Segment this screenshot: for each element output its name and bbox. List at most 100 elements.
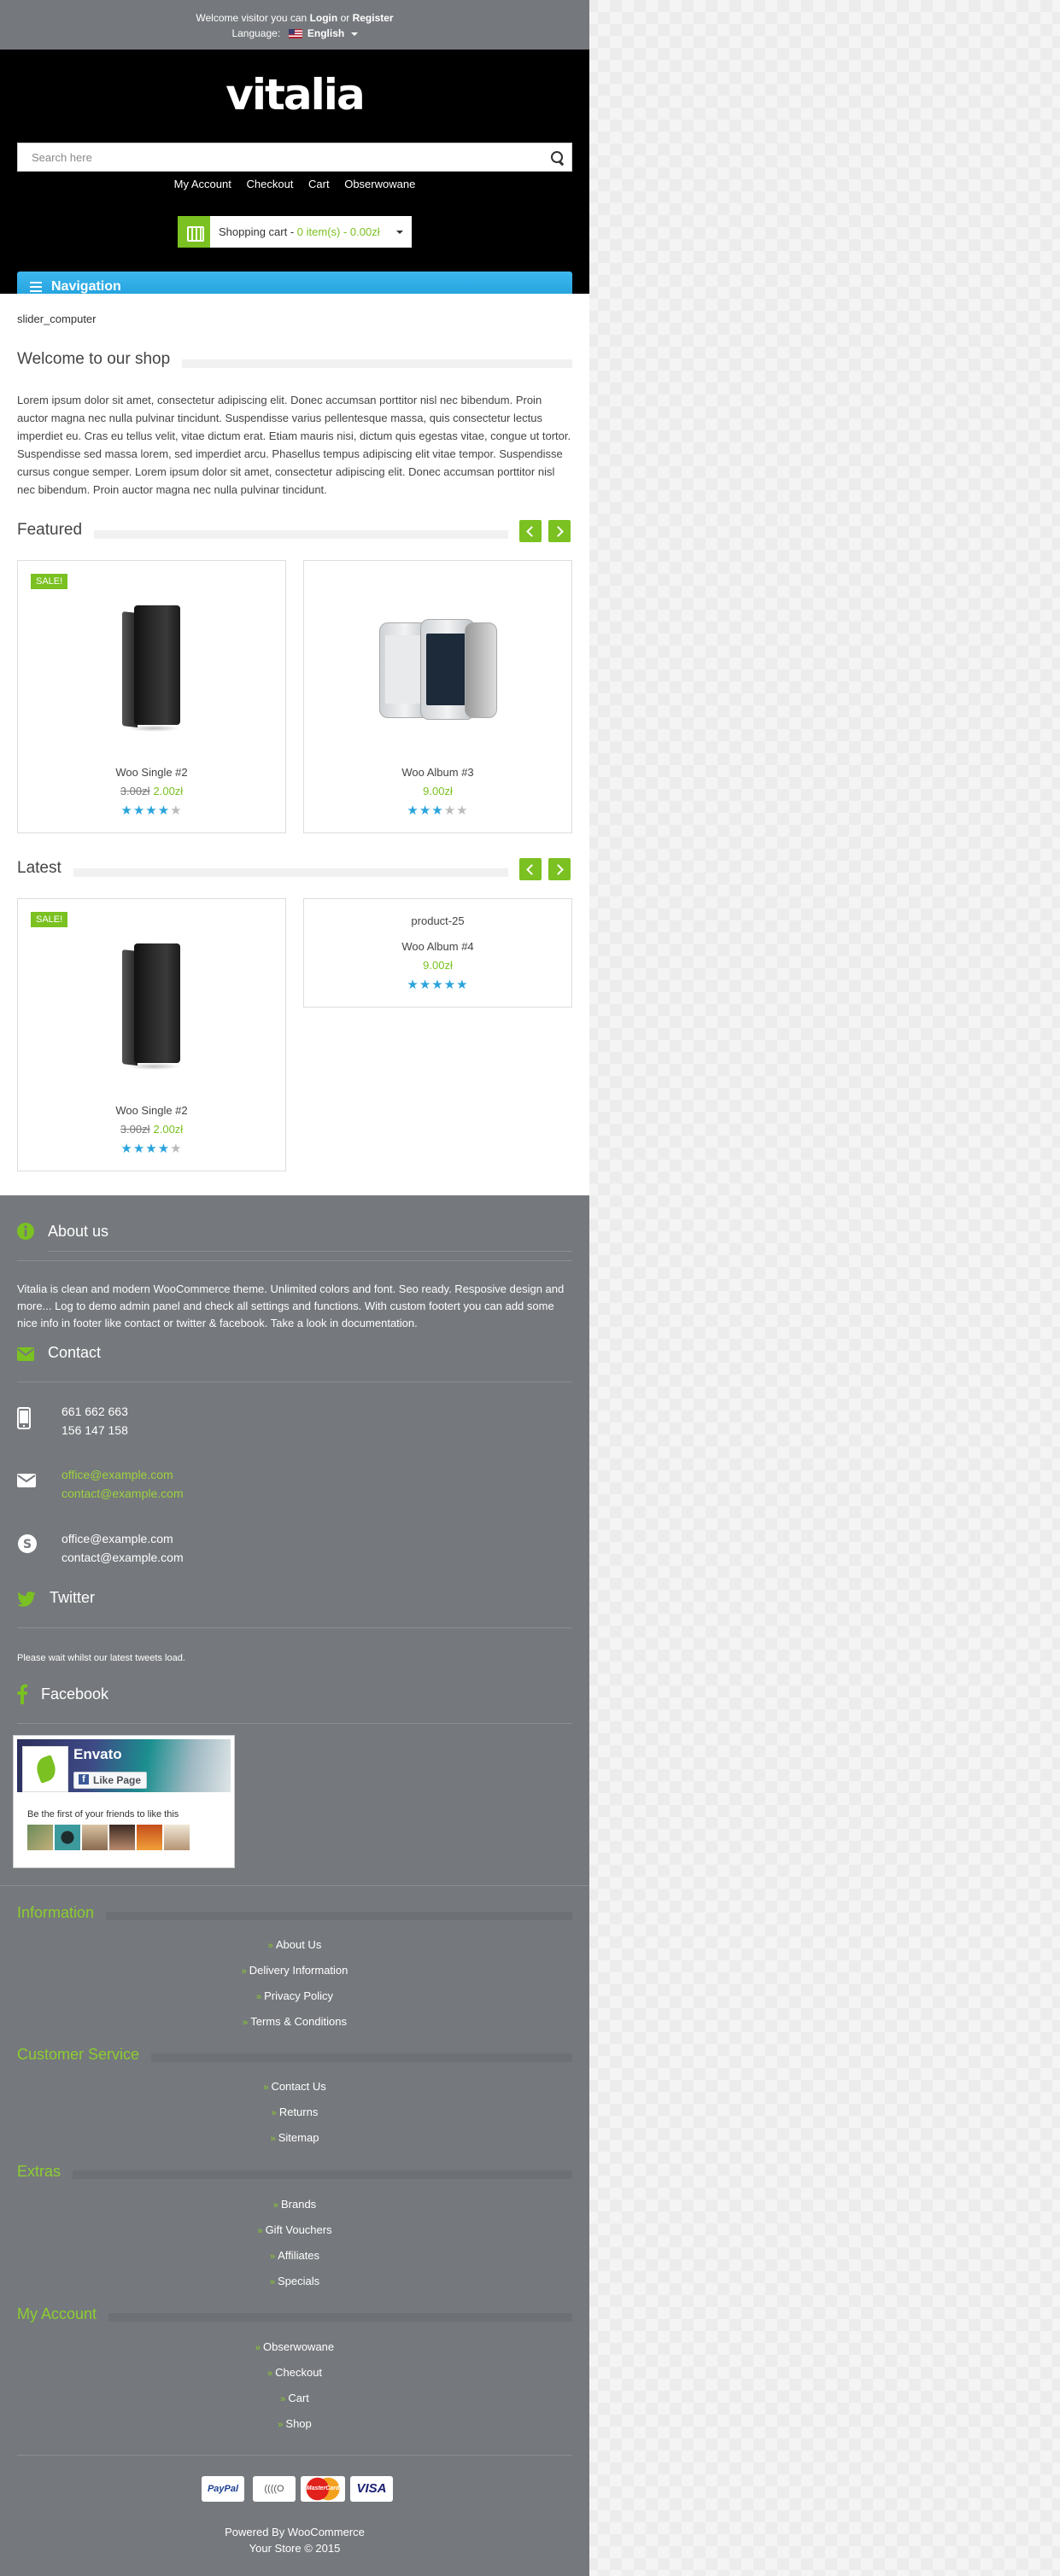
facebook-friend-faces (27, 1825, 191, 1853)
product-name[interactable]: Woo Single #2 (18, 1104, 285, 1117)
twitter-feed: Please wait whilst our latest tweets loa… (17, 1653, 185, 1663)
sale-badge: SALE! (31, 912, 68, 927)
language-selector[interactable]: Language: English (0, 26, 589, 41)
footer-link-specials[interactable]: Specials (0, 2275, 589, 2287)
welcome-title: Welcome to our shop (17, 350, 572, 372)
powered-by: Powered By WooCommerce (225, 2526, 365, 2538)
twitter-title: Twitter (50, 1589, 96, 1606)
product-card[interactable]: SALE! Woo Single #2 3.00zł 2.00zł ★★★★★ (17, 898, 286, 1171)
phone-number: 156 147 158 (61, 1423, 128, 1437)
footer-link-terms[interactable]: Terms & Conditions (0, 2015, 589, 2028)
customer-service-title: Customer Service (17, 2046, 572, 2064)
product-price: 9.00zł (423, 785, 453, 797)
latest-title: Latest (17, 859, 508, 881)
rating-stars: ★★★★★ (304, 977, 571, 992)
product-price: 3.00zł 2.00zł (120, 1123, 184, 1136)
search-input[interactable] (18, 143, 571, 171)
footer-link-about-us[interactable]: About Us (0, 1938, 589, 1951)
footer-link-gift-vouchers[interactable]: Gift Vouchers (0, 2223, 589, 2236)
welcome-line: Welcome visitor you can Login or Registe… (196, 12, 394, 24)
facebook-like-button[interactable]: Like Page (73, 1772, 148, 1789)
contactless-icon: ((((O (253, 2476, 296, 2502)
product-image[interactable] (379, 619, 499, 721)
product-name[interactable]: Woo Album #3 (304, 766, 571, 779)
product-image-alt[interactable]: product-25 (304, 914, 571, 927)
facebook-icon (17, 1684, 27, 1704)
star-filled-icon: ★ (431, 803, 444, 818)
product-card[interactable]: Woo Album #3 9.00zł ★★★★★ (303, 560, 572, 833)
footer-link-privacy[interactable]: Privacy Policy (0, 1989, 589, 2002)
latest-prev-button[interactable] (519, 858, 542, 880)
skype-list: office@example.com contact@example.com (61, 1529, 184, 1567)
nav-obserwowane[interactable]: Obserwowane (344, 178, 415, 190)
phone-list: 661 662 663 156 147 158 (61, 1402, 128, 1440)
avatar (109, 1825, 135, 1850)
star-empty-icon: ★ (456, 803, 469, 818)
logo[interactable]: vitalia (0, 70, 589, 120)
footer-link-cart[interactable]: Cart (0, 2392, 589, 2404)
my-account-title: My Account (17, 2305, 572, 2323)
footer-link-sitemap[interactable]: Sitemap (0, 2131, 589, 2144)
email-link[interactable]: office@example.com (61, 1465, 184, 1484)
star-filled-icon: ★ (145, 1142, 158, 1156)
basket-icon (178, 216, 210, 248)
footer-link-contact-us[interactable]: Contact Us (0, 2080, 589, 2093)
footer-link-affiliates[interactable]: Affiliates (0, 2249, 589, 2262)
facebook-widget[interactable]: Envato Like Page Be the first of your fr… (13, 1735, 235, 1868)
login-link[interactable]: Login (310, 12, 338, 24)
product-name[interactable]: Woo Album #4 (304, 940, 571, 953)
nav-cart[interactable]: Cart (308, 178, 330, 190)
facebook-page-name[interactable]: Envato (73, 1746, 122, 1763)
footer-link-obserwowane[interactable]: Obserwowane (0, 2340, 589, 2353)
product-name[interactable]: Woo Single #2 (18, 766, 285, 779)
shopping-cart-button[interactable]: Shopping cart - 0 item(s) - 0.00zł (178, 216, 412, 248)
product-card[interactable]: SALE! Woo Single #2 3.00zł 2.00zł ★★★★★ (17, 560, 286, 833)
star-filled-icon: ★ (443, 978, 457, 992)
envato-leaf-icon (22, 1746, 68, 1792)
about-text: Vitalia is clean and modern WooCommerce … (17, 1282, 565, 1329)
header: vitalia My Account Checkout Cart Obserwo… (0, 50, 589, 294)
featured-title: Featured (17, 521, 508, 543)
avatar (82, 1825, 108, 1850)
featured-prev-button[interactable] (519, 520, 542, 542)
product-price: 3.00zł 2.00zł (120, 785, 184, 797)
phone-number: 661 662 663 (61, 1405, 128, 1418)
rating-stars: ★★★★★ (18, 803, 285, 818)
search-icon[interactable] (549, 149, 566, 166)
svg-text:S: S (23, 1538, 32, 1551)
rating-stars: ★★★★★ (18, 1141, 285, 1156)
featured-next-button[interactable] (548, 520, 571, 542)
avatar (164, 1825, 190, 1850)
product-card[interactable]: product-25 Woo Album #4 9.00zł ★★★★★ (303, 898, 572, 1008)
phone-icon (17, 1407, 31, 1429)
email-link[interactable]: contact@example.com (61, 1484, 184, 1503)
star-filled-icon: ★ (456, 978, 469, 992)
facebook-friends-text: Be the first of your friends to like thi… (27, 1809, 179, 1820)
email-list: office@example.com contact@example.com (61, 1465, 184, 1503)
extras-title: Extras (17, 2163, 572, 2181)
footer-link-checkout[interactable]: Checkout (0, 2366, 589, 2379)
star-filled-icon: ★ (132, 1142, 146, 1156)
footer-link-delivery[interactable]: Delivery Information (0, 1964, 589, 1977)
footer-link-returns[interactable]: Returns (0, 2106, 589, 2118)
twitter-icon (17, 1592, 36, 1607)
star-filled-icon: ★ (145, 803, 158, 818)
product-image[interactable] (122, 943, 180, 1072)
info-icon (17, 1223, 34, 1240)
main-content: slider_computer Welcome to our shop Lore… (0, 294, 589, 1195)
caret-down-icon (350, 32, 358, 36)
latest-next-button[interactable] (548, 858, 571, 880)
star-empty-icon: ★ (170, 803, 183, 818)
footer-link-brands[interactable]: Brands (0, 2198, 589, 2211)
product-image[interactable] (122, 605, 180, 733)
star-filled-icon: ★ (120, 1142, 133, 1156)
cart-summary: 0 item(s) - 0.00zł (296, 225, 380, 238)
welcome-text: Lorem ipsum dolor sit amet, consectetur … (17, 394, 571, 496)
star-empty-icon: ★ (170, 1142, 183, 1156)
nav-checkout[interactable]: Checkout (246, 178, 293, 190)
nav-my-account[interactable]: My Account (174, 178, 231, 190)
envelope-icon (17, 1474, 36, 1487)
register-link[interactable]: Register (353, 12, 394, 24)
footer-link-shop[interactable]: Shop (0, 2417, 589, 2430)
star-filled-icon: ★ (157, 1142, 171, 1156)
